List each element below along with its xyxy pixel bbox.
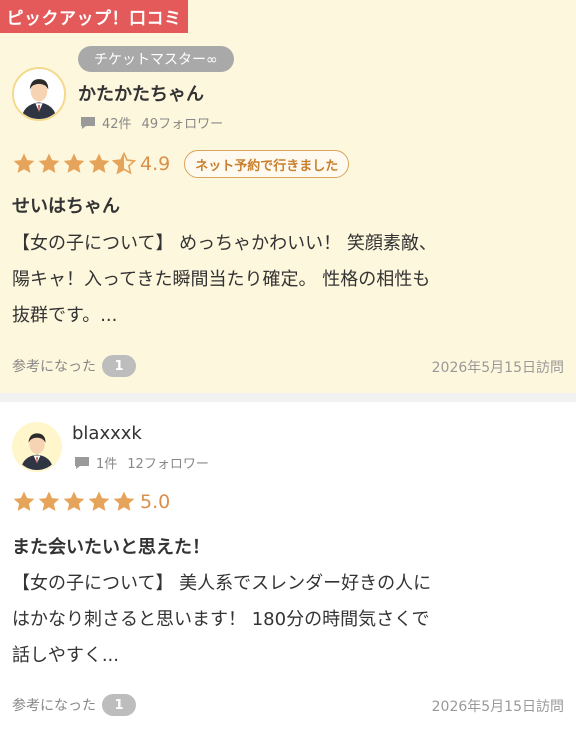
username[interactable]: かたかたちゃん <box>78 80 204 106</box>
review-card-2[interactable]: blaxxxk 1件 12フォロワー 5.0 また会いたいと思えた！ 【女の子に… <box>0 402 576 739</box>
comment-count: 1件 <box>96 457 118 472</box>
helpful-button[interactable]: 参考になった 1 <box>12 355 136 377</box>
comment-icon <box>81 116 95 129</box>
comment-count: 42件 <box>102 117 132 132</box>
star-icon <box>63 153 85 173</box>
user-avatar-icon[interactable] <box>12 67 66 121</box>
visit-date: 2026年5月15日訪問 <box>431 360 564 376</box>
star-icon <box>113 491 135 511</box>
rating-score: 5.0 <box>140 491 171 513</box>
visit-date: 2026年5月15日訪問 <box>431 699 564 715</box>
user-stats: 1件 12フォロワー <box>74 453 209 472</box>
follower-count: 49フォロワー <box>141 117 224 132</box>
ticket-master-badge: チケットマスター∞ <box>78 46 234 72</box>
helpful-label: 参考になった <box>12 698 96 714</box>
star-icon <box>63 491 85 511</box>
comment-icon <box>75 456 89 469</box>
review-title[interactable]: せいはちゃん <box>12 192 120 218</box>
card-divider <box>0 393 576 402</box>
net-reservation-badge: ネット予約で行きました <box>184 150 350 178</box>
follower-count: 12フォロワー <box>127 457 209 472</box>
username[interactable]: blaxxxk <box>72 423 142 444</box>
review-body-line: 【女の子について】 美人系でスレンダー好きの人に <box>12 573 432 594</box>
star-icon <box>13 491 35 511</box>
review-body-line: 話しやすく... <box>12 645 119 666</box>
helpful-button[interactable]: 参考になった 1 <box>12 694 136 716</box>
star-icon <box>88 491 110 511</box>
review-body[interactable]: 【女の子について】 美人系でスレンダー好きの人に はかなり刺さると思います！ 1… <box>12 566 564 674</box>
rating-score: 4.9 <box>140 153 171 175</box>
star-icon <box>38 153 60 173</box>
helpful-count: 1 <box>102 355 136 377</box>
helpful-label: 参考になった <box>12 359 96 375</box>
star-icon <box>88 153 110 173</box>
review-body-line: はかなり刺さると思います！ 180分の時間気さくで <box>12 609 430 630</box>
review-body-line: 陽キャ！入ってきた瞬間当たり確定。 性格の相性も <box>12 269 431 290</box>
half-star-icon <box>112 152 136 175</box>
rating-row: 4.9 ネット予約で行きました <box>12 150 350 178</box>
user-stats: 42件 49フォロワー <box>80 113 223 132</box>
pickup-review-tag: ピックアップ！口コミ <box>0 0 188 33</box>
helpful-count: 1 <box>102 694 136 716</box>
review-body-line: 【女の子について】 めっちゃかわいい！ 笑顔素敵、 <box>12 233 437 254</box>
review-title[interactable]: また会いたいと思えた！ <box>12 533 210 559</box>
star-rating <box>12 490 136 514</box>
rating-row: 5.0 <box>12 490 170 514</box>
review-body[interactable]: 【女の子について】 めっちゃかわいい！ 笑顔素敵、 陽キャ！入ってきた瞬間当たり… <box>12 226 564 334</box>
star-rating <box>12 152 136 176</box>
star-icon <box>38 491 60 511</box>
user-avatar-icon[interactable] <box>12 422 62 472</box>
review-body-line: 抜群です。... <box>12 305 118 326</box>
review-card-1[interactable]: ピックアップ！口コミ チケットマスター∞ かたかたちゃん 42件 49フォロワー <box>0 0 576 393</box>
star-icon <box>13 153 35 173</box>
